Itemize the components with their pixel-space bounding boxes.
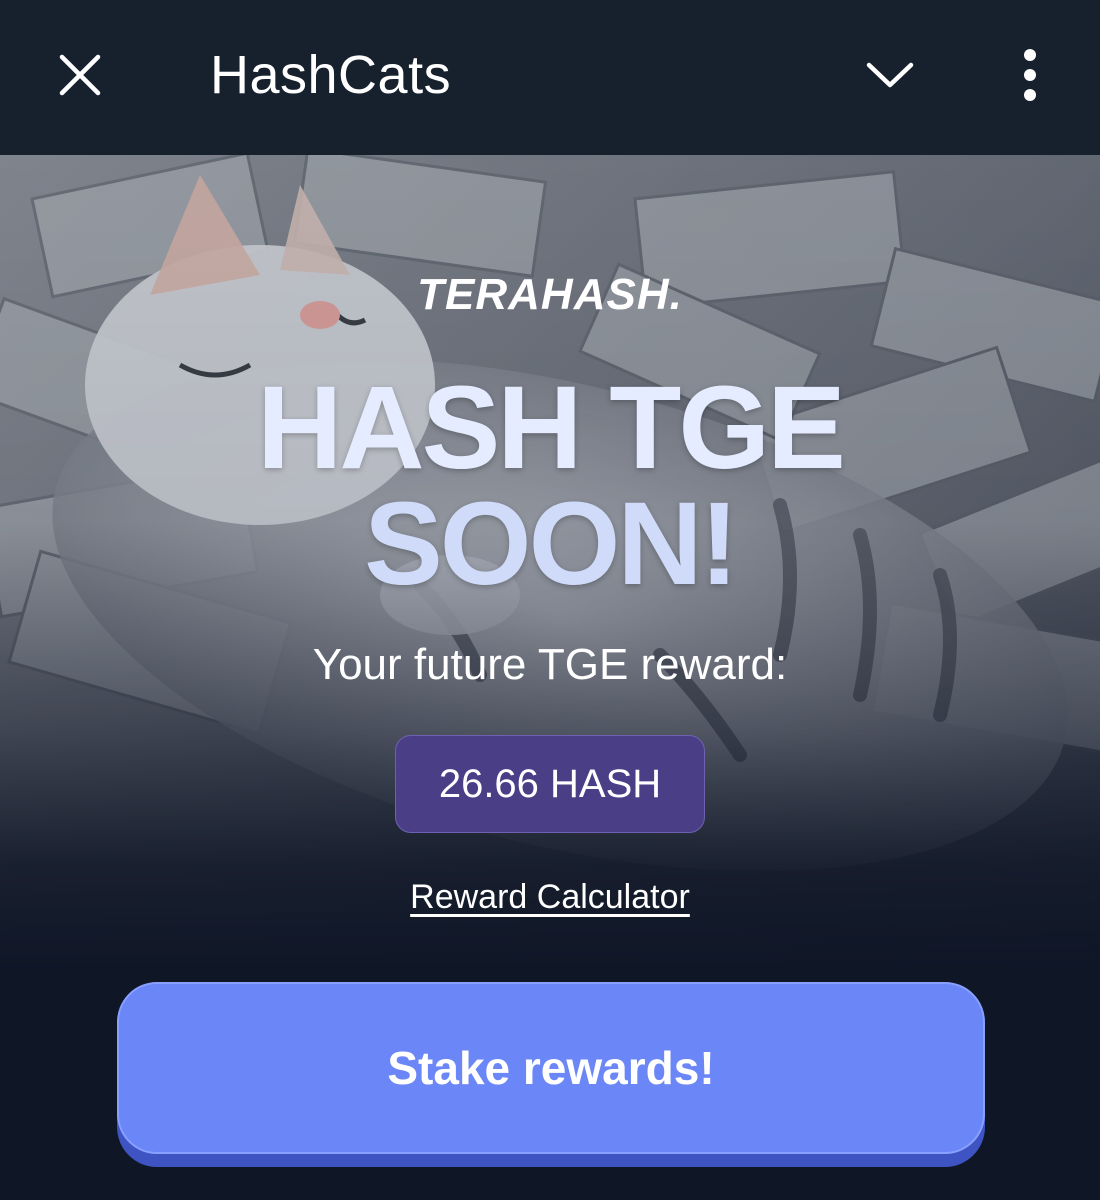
- more-vertical-icon: [1024, 49, 1036, 101]
- collapse-button[interactable]: [850, 35, 930, 115]
- headline: HASH TGE SOON!: [0, 362, 1100, 610]
- app-window: HashCats TERAHASH. HASH TGE SOON! Your f…: [0, 0, 1100, 1200]
- reward-amount-badge: 26.66 HASH: [395, 735, 705, 833]
- close-button[interactable]: [40, 35, 120, 115]
- close-icon: [59, 54, 101, 96]
- reward-calculator-link[interactable]: Reward Calculator: [410, 878, 690, 916]
- stake-rewards-button[interactable]: Stake rewards!: [117, 982, 985, 1154]
- headline-line-2: SOON!: [364, 478, 739, 610]
- header-bar: HashCats: [0, 0, 1100, 155]
- reward-caption: Your future TGE reward:: [312, 640, 788, 689]
- terahash-logo: TERAHASH.: [417, 270, 683, 319]
- more-menu-button[interactable]: [990, 35, 1070, 115]
- chevron-down-icon: [866, 62, 914, 88]
- headline-line-1: HASH TGE: [257, 362, 846, 494]
- app-title: HashCats: [210, 45, 452, 105]
- reward-calculator-container: Reward Calculator: [0, 878, 1100, 917]
